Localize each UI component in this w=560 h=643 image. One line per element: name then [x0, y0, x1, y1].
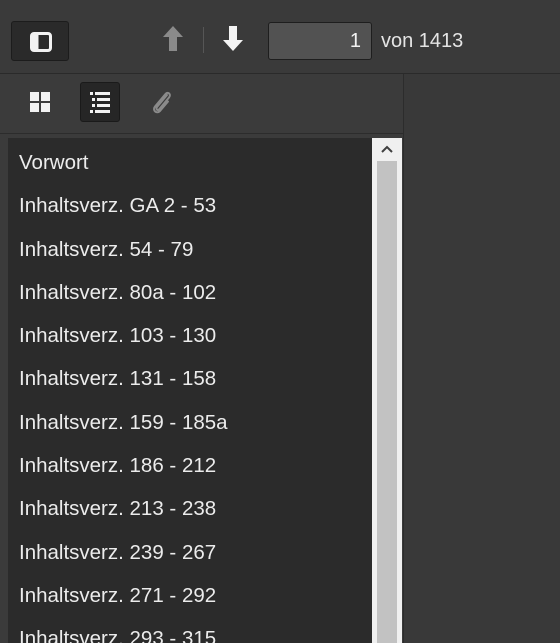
sidebar: Vorwort Inhaltsverz. GA 2 - 53 Inhaltsve… — [0, 74, 404, 643]
scroll-up-button[interactable] — [372, 138, 402, 160]
outline-item[interactable]: Inhaltsverz. 239 - 267 — [8, 531, 372, 574]
thumbnails-view-button[interactable] — [20, 82, 60, 122]
outline-view-button[interactable] — [80, 82, 120, 122]
outline-item[interactable]: Inhaltsverz. 271 - 292 — [8, 574, 372, 617]
outline-item[interactable]: Inhaltsverz. 131 - 158 — [8, 357, 372, 400]
thumbnails-icon — [30, 92, 50, 112]
sidebar-divider — [0, 133, 403, 134]
page-count-label: von 1413 — [381, 30, 464, 52]
attachments-view-button[interactable] — [141, 82, 181, 122]
arrow-up-icon — [163, 26, 183, 51]
next-page-button[interactable] — [215, 20, 251, 58]
arrow-down-icon — [223, 26, 243, 51]
toolbar-divider — [203, 27, 204, 53]
outline-item[interactable]: Inhaltsverz. GA 2 - 53 — [8, 184, 372, 227]
outline-item[interactable]: Inhaltsverz. 213 - 238 — [8, 487, 372, 530]
toolbar: von 1413 — [0, 0, 560, 74]
sidebar-toggle-button[interactable] — [11, 21, 69, 61]
outline-item[interactable]: Vorwort — [8, 138, 372, 184]
outline-item[interactable]: Inhaltsverz. 54 - 79 — [8, 228, 372, 271]
scrollbar-thumb[interactable] — [377, 161, 397, 643]
outline-item[interactable]: Inhaltsverz. 103 - 130 — [8, 314, 372, 357]
outline-item[interactable]: Inhaltsverz. 293 - 315 — [8, 617, 372, 643]
outline-scrollbar[interactable] — [372, 138, 402, 643]
outline-item[interactable]: Inhaltsverz. 159 - 185a — [8, 401, 372, 444]
sidebar-toggle-icon — [30, 32, 52, 52]
outline-item[interactable]: Inhaltsverz. 186 - 212 — [8, 444, 372, 487]
document-viewer[interactable] — [404, 74, 560, 643]
outline-list: Vorwort Inhaltsverz. GA 2 - 53 Inhaltsve… — [8, 138, 372, 643]
chevron-up-icon — [381, 145, 393, 153]
previous-page-button[interactable] — [155, 20, 191, 58]
outline-item[interactable]: Inhaltsverz. 80a - 102 — [8, 271, 372, 314]
paperclip-icon — [153, 91, 171, 114]
page-number-input[interactable] — [268, 22, 372, 60]
outline-icon — [90, 92, 110, 113]
